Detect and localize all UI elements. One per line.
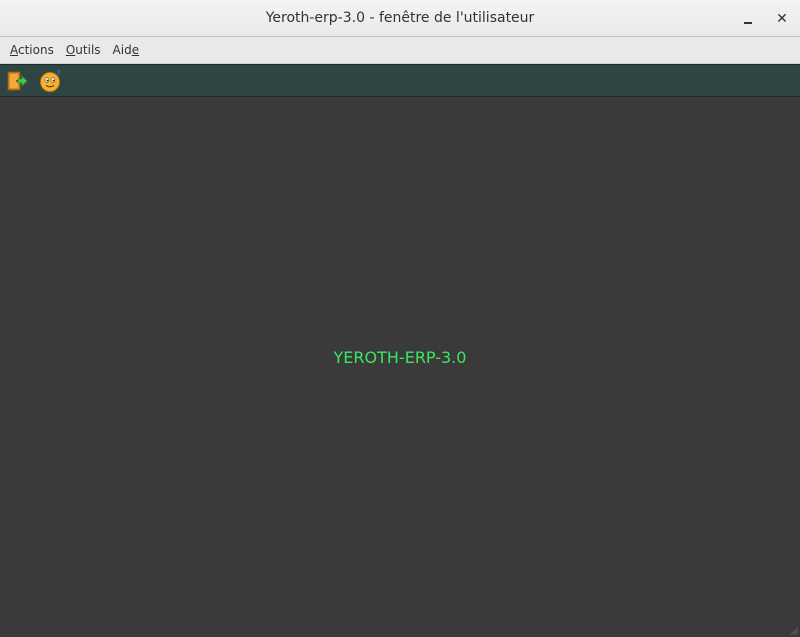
close-icon: ✕ xyxy=(776,11,788,27)
exit-door-icon xyxy=(7,71,28,90)
menu-outils[interactable]: Outils xyxy=(60,37,107,64)
window-title: Yeroth-erp-3.0 - fenêtre de l'utilisateu… xyxy=(265,10,535,26)
help-smiley-icon: ? xyxy=(40,69,61,92)
minimize-icon xyxy=(744,22,752,24)
menu-aide-mnemonic: e xyxy=(131,42,140,57)
menu-aide-label: Aid xyxy=(112,42,132,57)
menu-aide[interactable]: Aide xyxy=(107,37,146,64)
menu-actions-label: ctions xyxy=(18,42,54,57)
menu-actions[interactable]: Actions xyxy=(4,37,60,64)
minimize-button[interactable] xyxy=(737,8,759,30)
help-button[interactable]: ? xyxy=(38,68,64,94)
menu-outils-mnemonic: O xyxy=(65,42,76,57)
main-window: Yeroth-erp-3.0 - fenêtre de l'utilisateu… xyxy=(0,0,800,637)
resize-grip-icon[interactable] xyxy=(790,627,798,635)
menu-outils-label: utils xyxy=(75,42,101,57)
exit-button[interactable] xyxy=(4,68,30,94)
menu-bar: Actions Outils Aide xyxy=(0,37,800,64)
app-name-label: YEROTH-ERP-3.0 xyxy=(333,347,467,367)
svg-text:?: ? xyxy=(56,69,61,78)
menu-actions-mnemonic: A xyxy=(10,42,18,57)
close-button[interactable]: ✕ xyxy=(771,8,793,30)
toolbar: ? xyxy=(0,64,800,97)
main-content: YEROTH-ERP-3.0 xyxy=(0,97,800,637)
title-bar[interactable]: Yeroth-erp-3.0 - fenêtre de l'utilisateu… xyxy=(0,0,800,37)
